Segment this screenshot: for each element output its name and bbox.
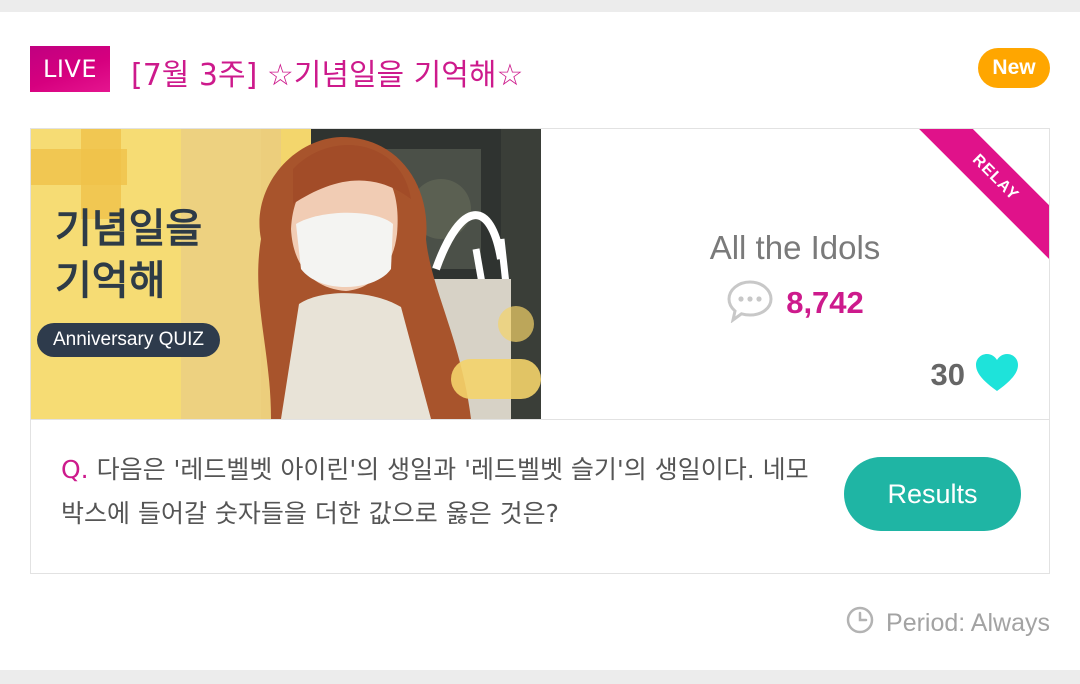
quiz-info: RELAY All the Idols 8,742 30 <box>541 129 1049 419</box>
question-area: Q. 다음은 '레드벨벳 아이린'의 생일과 '레드벨벳 슬기'의 생일이다. … <box>31 419 1049 573</box>
quiz-title[interactable]: [7월 3주] ☆기념일을 기억해☆ <box>131 50 523 94</box>
comment-bubble-icon <box>726 279 774 327</box>
heart-icon[interactable] <box>975 353 1019 397</box>
thumbnail-title: 기념일을 기억해 <box>55 206 203 304</box>
quiz-header: LIVE [7월 3주] ☆기념일을 기억해☆ New <box>30 46 1050 94</box>
new-badge: New <box>978 48 1050 88</box>
thumbnail-subtitle: Anniversary QUIZ <box>37 323 220 357</box>
results-button[interactable]: Results <box>844 457 1021 531</box>
question-body: 다음은 '레드벨벳 아이린'의 생일과 '레드벨벳 슬기'의 생일이다. 네모 … <box>61 455 809 528</box>
quiz-box: 기념일을 기억해 Anniversary QUIZ RELAY All the … <box>30 128 1050 574</box>
comment-stats[interactable]: 8,742 <box>541 279 1049 327</box>
comment-count: 8,742 <box>786 285 864 320</box>
period-info: Period: Always <box>846 606 1050 641</box>
like-stats[interactable]: 30 <box>931 353 1019 397</box>
quiz-card: LIVE [7월 3주] ☆기념일을 기억해☆ New 기념일을 기억해 Ann… <box>0 12 1080 670</box>
period-label: Period: Always <box>886 609 1050 637</box>
question-prefix: Q. <box>61 455 89 484</box>
live-badge: LIVE <box>30 46 110 92</box>
like-count: 30 <box>930 357 965 392</box>
question-text: Q. 다음은 '레드벨벳 아이린'의 생일과 '레드벨벳 슬기'의 생일이다. … <box>61 448 821 536</box>
source-name[interactable]: All the Idols <box>541 229 1049 267</box>
clock-icon <box>846 606 874 641</box>
quiz-thumbnail[interactable]: 기념일을 기억해 Anniversary QUIZ <box>31 129 541 419</box>
